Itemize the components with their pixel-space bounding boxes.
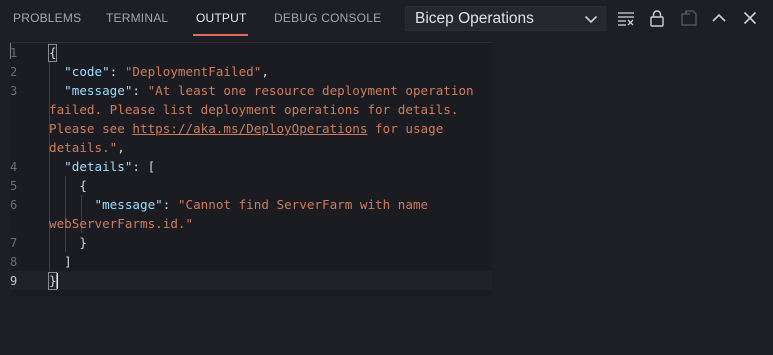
line-number: 4 xyxy=(10,160,18,174)
chevron-down-icon xyxy=(584,15,598,24)
json-string: Please see xyxy=(49,121,133,136)
line-number-active: 9 xyxy=(10,274,18,288)
current-line-highlight xyxy=(10,271,492,290)
tab-problems[interactable]: PROBLEMS xyxy=(13,11,81,27)
code-line: "message": "At least one resource deploy… xyxy=(49,81,474,100)
open-in-editor-icon[interactable] xyxy=(680,9,698,27)
line-number: 1 xyxy=(10,46,18,60)
line-number: 2 xyxy=(10,65,18,79)
code-line-wrapped: webServerFarms.id." xyxy=(49,214,193,233)
json-punct: : xyxy=(109,64,125,79)
active-tab-indicator xyxy=(193,34,248,36)
code-line: } xyxy=(49,271,57,290)
json-string: details." xyxy=(49,140,118,155)
code-line-wrapped: failed. Please list deployment operation… xyxy=(49,100,458,119)
output-channel-selected: Bicep Operations xyxy=(415,10,534,27)
json-string: "Cannot find ServerFarm with name xyxy=(177,197,429,212)
json-punct: , xyxy=(117,140,125,155)
json-key: "message" xyxy=(64,83,133,98)
json-string: for usage xyxy=(367,121,444,136)
clear-output-icon[interactable] xyxy=(617,9,635,27)
code-line: } xyxy=(49,233,87,252)
line-number: 6 xyxy=(10,198,18,212)
json-punct: , xyxy=(261,64,269,79)
json-brace: { xyxy=(49,45,57,60)
code-line-wrapped: details.", xyxy=(49,138,125,157)
panel-tab-bar: PROBLEMS TERMINAL OUTPUT DEBUG CONSOLE B… xyxy=(0,0,773,37)
json-string: "At least one resource deployment operat… xyxy=(147,83,474,98)
code-line: { xyxy=(49,176,87,195)
json-key: "code" xyxy=(64,64,110,79)
code-line: ] xyxy=(49,252,72,271)
code-line: { xyxy=(49,43,57,62)
code-line: "message": "Cannot find ServerFarm with … xyxy=(49,195,429,214)
maximize-panel-icon[interactable] xyxy=(710,9,728,27)
output-channel-select[interactable]: Bicep Operations xyxy=(405,6,606,31)
json-brace: } xyxy=(79,235,87,250)
json-brace: } xyxy=(49,273,57,288)
json-key: "message" xyxy=(94,197,163,212)
output-panel: PROBLEMS TERMINAL OUTPUT DEBUG CONSOLE B… xyxy=(0,0,773,355)
lock-icon[interactable] xyxy=(648,9,666,27)
close-panel-icon[interactable] xyxy=(741,9,759,27)
json-brace: { xyxy=(79,178,87,193)
json-bracket: ] xyxy=(64,254,72,269)
tab-debug-console[interactable]: DEBUG CONSOLE xyxy=(274,11,381,27)
deploy-operations-link[interactable]: https://aka.ms/DeployOperations xyxy=(132,121,367,136)
json-punct: : xyxy=(132,83,148,98)
json-string: webServerFarms.id." xyxy=(49,216,194,231)
line-number: 7 xyxy=(10,236,18,250)
tab-output[interactable]: OUTPUT xyxy=(196,11,247,27)
json-string: "DeploymentFailed" xyxy=(124,64,262,79)
json-key: "details" xyxy=(64,159,133,174)
text-cursor xyxy=(57,273,58,289)
json-punct: : xyxy=(162,197,178,212)
code-line: "code": "DeploymentFailed", xyxy=(49,62,269,81)
json-string: failed. Please list deployment operation… xyxy=(49,102,459,117)
code-line: "details": [ xyxy=(49,157,155,176)
tab-terminal[interactable]: TERMINAL xyxy=(106,11,168,27)
line-number: 5 xyxy=(10,179,18,193)
line-number: 3 xyxy=(10,84,18,98)
json-punct: : [ xyxy=(132,159,156,174)
code-line-wrapped: Please see https://aka.ms/DeployOperatio… xyxy=(49,119,443,138)
line-number: 8 xyxy=(10,255,18,269)
